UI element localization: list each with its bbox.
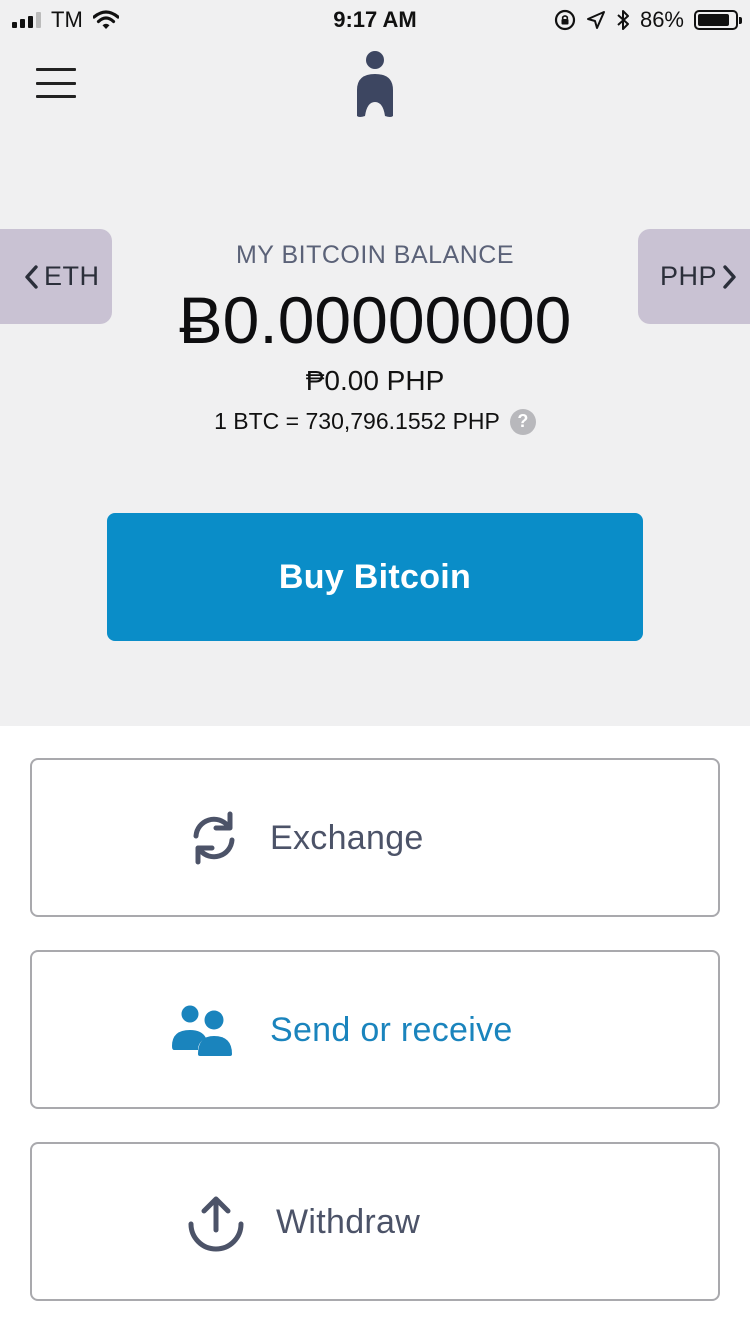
- help-icon[interactable]: ?: [509, 408, 536, 435]
- users-icon: [172, 1005, 232, 1056]
- app-logo-icon: [357, 51, 393, 117]
- location-icon: [586, 11, 605, 29]
- btc-balance-amount: Ƀ0.00000000: [178, 283, 572, 357]
- exchange-rate-text: 1 BTC = 730,796.1552 PHP: [214, 408, 500, 434]
- send-or-receive-button[interactable]: Send or receive: [30, 950, 720, 1109]
- withdraw-label: Withdraw: [276, 1203, 421, 1241]
- exchange-label: Exchange: [270, 819, 424, 857]
- hamburger-menu-icon[interactable]: [36, 68, 76, 98]
- withdraw-button[interactable]: Withdraw: [30, 1142, 720, 1301]
- status-bar: TM 9:17 AM 86%: [0, 0, 750, 40]
- buy-bitcoin-button[interactable]: Buy Bitcoin: [107, 513, 643, 641]
- battery-percentage: 86%: [639, 7, 684, 32]
- bluetooth-icon: [617, 10, 629, 30]
- balance-title: MY BITCOIN BALANCE: [235, 241, 515, 269]
- orientation-lock-icon: [554, 9, 576, 31]
- exchange-button[interactable]: Exchange: [30, 758, 720, 917]
- send-or-receive-label: Send or receive: [270, 1011, 513, 1049]
- fiat-balance-amount: ₱0.00 PHP: [305, 365, 445, 396]
- exchange-icon: [193, 811, 235, 865]
- status-right: 86%: [554, 6, 742, 34]
- exchange-rate-row: 1 BTC = 730,796.1552 PHP ?: [0, 408, 750, 435]
- battery-icon: [694, 10, 742, 30]
- upload-icon: [188, 1196, 244, 1252]
